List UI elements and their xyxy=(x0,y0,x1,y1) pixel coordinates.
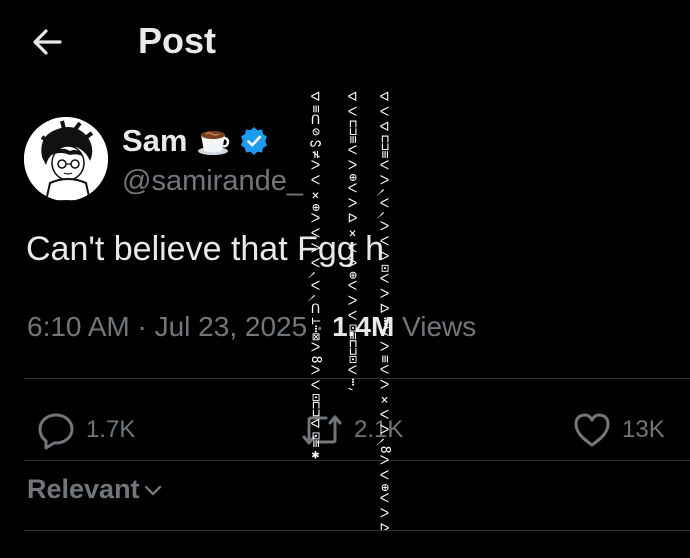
like-button[interactable]: 13K xyxy=(572,410,665,450)
chevron-down-icon xyxy=(144,485,161,495)
tweet-text: Can't believe that Fgg h xyxy=(26,230,385,268)
post-header: Post xyxy=(0,0,690,84)
arrow-left-icon xyxy=(33,29,62,55)
heart-icon xyxy=(574,413,610,447)
back-button[interactable] xyxy=(28,22,68,62)
coffee-cup-icon xyxy=(198,131,230,155)
avatar-illustration xyxy=(24,117,108,201)
avatar[interactable] xyxy=(24,117,108,201)
like-count: 13K xyxy=(622,416,665,443)
glitch-text-column-1: ᐊ≡ᑎ⊘ᔕ≠ᐳᐸ×⊕ᐳᐸᐳᐸ৲ᐸ৲ᑎ⊥⋯⊠ᐳ8ᐳᐸ⊡⊏⊐ᐊ⊡≡✱ᐅ xyxy=(308,90,322,464)
repost-icon xyxy=(302,415,342,445)
divider-mid xyxy=(24,460,690,461)
page-title: Post xyxy=(138,20,217,61)
glitch-text-column-3: ᐊᐸᐊ⊏⊐≡ᐸᐳ৲ᐸ৲ᐳᐸᐳ⊡ᐸᐳᐅ⋯ᐸᐳ≡ᐸᐳ×ᐸᐳ৲8ᐳᐸ⊕ᐸᐳᐅ×ᐸᐳ⊡ᐸ… xyxy=(377,90,391,530)
reply-button[interactable]: 1.7K xyxy=(36,410,135,450)
sort-dropdown[interactable]: Relevant xyxy=(27,474,164,505)
tweet-timestamp[interactable]: 6:10 AM · Jul 23, 2025 · xyxy=(27,311,324,342)
glitch-text-column-2: ᐊᐸ⊏⊐≡ᐸᐳ⊕ᐸᐳᐅ×ᐸᐳ⊕ᐸᐳᐸ⊡≡⊏⊐⊡ᐸ⋯ᐳᐸ⋯ᐊᐸ xyxy=(345,90,359,390)
sort-label: Relevant xyxy=(27,474,140,504)
author-handle[interactable]: @samirande_ xyxy=(122,165,303,198)
views-label: Views xyxy=(402,311,477,342)
author-name-row[interactable]: Sam xyxy=(122,121,269,161)
divider-bottom xyxy=(24,530,690,531)
verified-badge-icon[interactable] xyxy=(239,126,269,156)
author-name: Sam xyxy=(122,123,188,158)
action-bar: 1.7K 2.1K 13K xyxy=(0,400,690,460)
reply-count: 1.7K xyxy=(86,416,136,443)
tweet-meta: 6:10 AM · Jul 23, 2025 · 1.4M Views xyxy=(27,311,476,343)
reply-icon xyxy=(38,413,74,450)
